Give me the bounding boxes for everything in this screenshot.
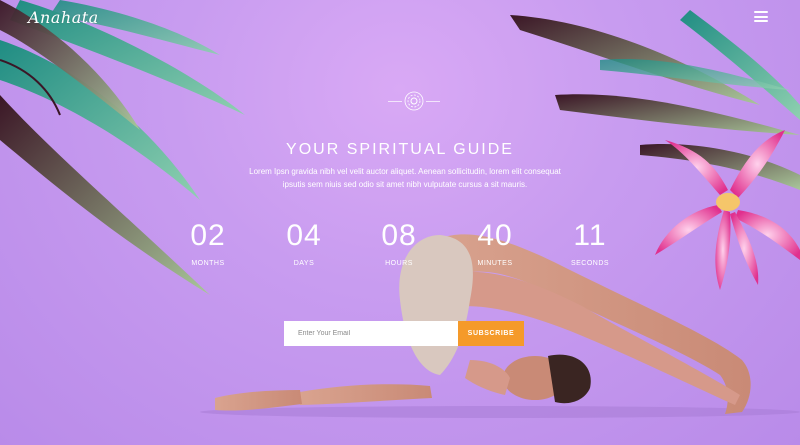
countdown-seconds: 11 SECONDS — [550, 218, 630, 267]
hero-description: Lorem Ipsn gravida nibh vel velit auctor… — [249, 167, 561, 189]
countdown-value: 04 — [286, 219, 322, 252]
countdown-label: SECONDS — [570, 260, 610, 267]
menu-bar — [754, 11, 768, 13]
logo[interactable]: Anahata — [28, 8, 99, 27]
ornament-line — [426, 100, 440, 102]
countdown-minutes: 40 MINUTES — [455, 218, 535, 267]
page-title: YOUR SPIRITUAL GUIDE — [286, 140, 514, 158]
countdown-value: 11 — [573, 219, 607, 252]
countdown-hours: 08 HOURS — [359, 218, 439, 267]
hero-ornament — [388, 88, 440, 114]
countdown-label: HOURS — [385, 260, 413, 267]
email-input[interactable] — [284, 321, 458, 346]
subscribe-button[interactable]: SUBSCRIBE — [458, 321, 524, 346]
countdown-label: MONTHS — [191, 260, 225, 267]
countdown-days: 04 DAYS — [264, 218, 344, 267]
countdown-timer: 02 MONTHS 04 DAYS 08 HOURS 40 MINUTES 11… — [0, 218, 800, 278]
countdown-value: 40 — [477, 219, 513, 252]
menu-bar — [754, 15, 768, 18]
countdown-label: DAYS — [293, 260, 315, 267]
subscribe-form: SUBSCRIBE — [284, 321, 524, 346]
countdown-value: 08 — [381, 219, 417, 252]
countdown-label: MINUTES — [477, 260, 513, 267]
countdown-months: 02 MONTHS — [168, 218, 248, 267]
countdown-value: 02 — [190, 219, 226, 252]
ornament-line — [388, 100, 402, 102]
hamburger-menu-icon[interactable] — [754, 11, 768, 22]
menu-bar — [754, 20, 768, 22]
mandala-icon — [404, 91, 424, 111]
